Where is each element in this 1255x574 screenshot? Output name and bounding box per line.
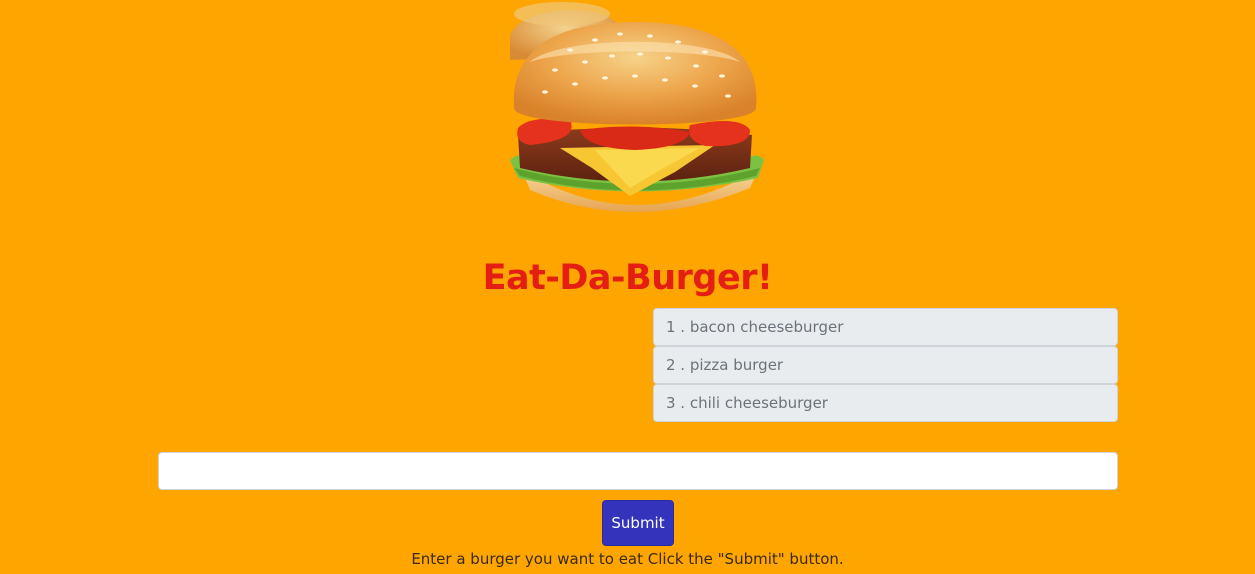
- list-item[interactable]: 1 . bacon cheeseburger: [653, 308, 1118, 346]
- page: Eat-Da-Burger! 1 . bacon cheeseburger 2 …: [0, 0, 1255, 574]
- submit-button[interactable]: Submit: [602, 500, 674, 546]
- burger-list: 1 . bacon cheeseburger 2 . pizza burger …: [653, 308, 1118, 422]
- burger-name-input[interactable]: [158, 452, 1118, 490]
- list-item[interactable]: 3 . chili cheeseburger: [653, 384, 1118, 422]
- hamburger-logo-icon: [510, 2, 764, 213]
- list-item[interactable]: 2 . pizza burger: [653, 346, 1118, 384]
- page-title: Eat-Da-Burger!: [482, 258, 773, 298]
- instructions-text: Enter a burger you want to eat Click the…: [411, 550, 844, 568]
